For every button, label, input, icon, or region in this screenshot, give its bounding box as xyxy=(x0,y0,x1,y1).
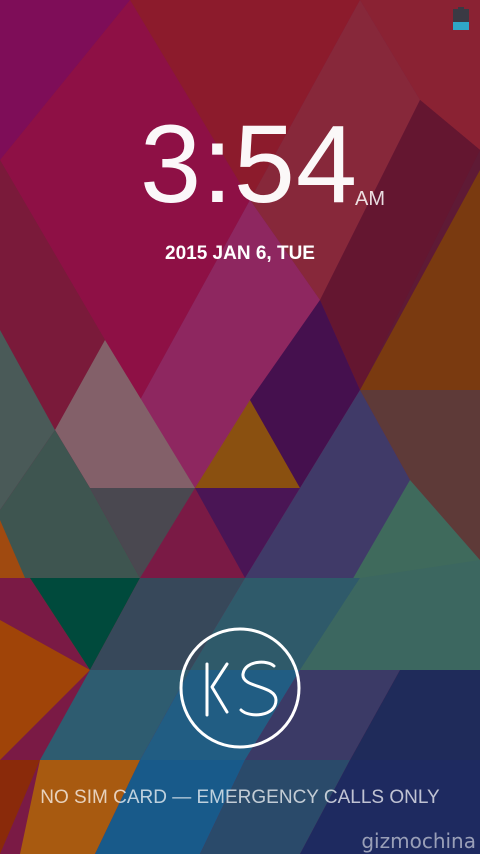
ks-logo-icon xyxy=(179,627,301,749)
clock-time: 3:54 xyxy=(140,103,359,226)
battery-level-fill xyxy=(453,22,469,30)
lock-screen: 3:54 AM 2015 JAN 6, TUE NO SIM CARD — EM… xyxy=(0,0,480,854)
watermark: gizmochina xyxy=(361,829,476,853)
clock-ampm: AM xyxy=(355,188,385,210)
battery-icon xyxy=(453,7,469,30)
battery-body xyxy=(453,9,469,30)
ks-unlock-button[interactable] xyxy=(179,627,301,749)
lockscreen-date: 2015 JAN 6, TUE xyxy=(165,243,315,264)
carrier-status-text: NO SIM CARD — EMERGENCY CALLS ONLY xyxy=(40,787,440,808)
